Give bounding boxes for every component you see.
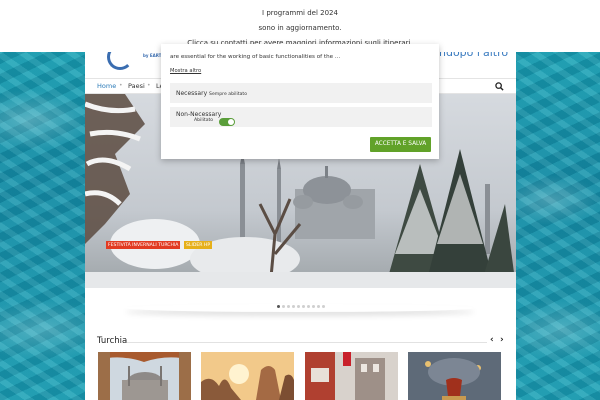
non-necessary-toggle[interactable] [219, 118, 235, 126]
chevron-left-icon[interactable]: ‹ [490, 335, 494, 345]
breadcrumb-separator: • [119, 82, 123, 89]
accept-and-save-button[interactable]: ACCETTA E SALVA [370, 137, 431, 152]
cookie-consent-modal: are essential for the working of basic f… [161, 44, 439, 159]
nav-paesi-link[interactable]: Paesi [128, 82, 145, 90]
article-thumbnail-istanbul-tram[interactable] [305, 352, 398, 400]
search-icon[interactable] [495, 82, 504, 91]
category-label: Necessary Sempre abilitato [176, 90, 247, 97]
announcement-line-2: sono in aggiornamento. [258, 24, 342, 32]
cookie-description: are essential for the working of basic f… [170, 54, 341, 60]
cookie-category-necessary[interactable]: Necessary Sempre abilitato [170, 83, 432, 103]
slider-shadow [125, 304, 475, 312]
chevron-right-icon[interactable]: › [500, 335, 504, 345]
article-thumbnail-cappadocia[interactable] [201, 352, 294, 400]
cookie-category-non-necessary[interactable]: Non-Necessary Abilitato [170, 107, 432, 127]
article-thumbnail-turkish-tea[interactable] [408, 352, 501, 400]
category-tag[interactable]: SLIDER HP [184, 241, 213, 249]
article-thumbnail-mosque[interactable] [98, 352, 191, 400]
category-name: Non-Necessary [176, 111, 222, 118]
category-status: Sempre abilitato [209, 92, 248, 97]
nav-home-link[interactable]: Home [97, 82, 116, 90]
section-divider [127, 342, 487, 343]
toggle-knob [228, 119, 234, 125]
category-name: Necessary [176, 90, 208, 97]
breadcrumb-separator: • [147, 82, 151, 89]
section-title: Turchia [97, 336, 128, 346]
show-more-link[interactable]: Mostra altro [170, 68, 201, 74]
category-tag[interactable]: FESTIVITÀ INVERNALI TURCHIA [106, 241, 181, 249]
category-status: Abilitato [194, 118, 214, 123]
slider-pagination [85, 296, 516, 308]
announcement-line-1: I programmi del 2024 [262, 9, 338, 17]
